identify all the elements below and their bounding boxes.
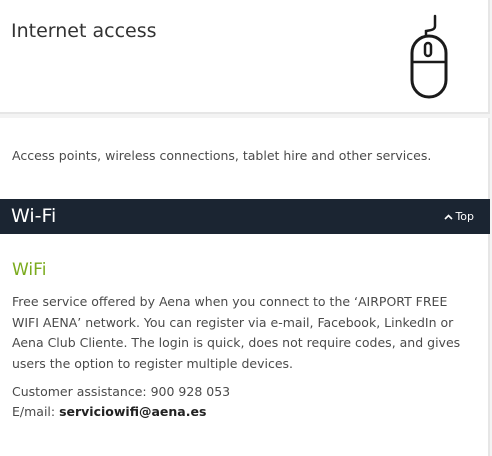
wifi-description: Free service offered by Aena when you co… xyxy=(12,294,461,371)
email-line: E/mail: serviciowifi@aena.es xyxy=(12,404,206,419)
caret-up-icon xyxy=(444,213,454,220)
email-label: E/mail: xyxy=(12,404,60,419)
section-header-wifi: Wi-Fi Top xyxy=(0,199,490,234)
header-card: Internet access xyxy=(0,0,490,114)
content-card: Access points, wireless connections, tab… xyxy=(0,118,490,456)
email-link[interactable]: serviciowifi@aena.es xyxy=(59,404,206,419)
top-link-label: Top xyxy=(455,210,474,223)
mouse-icon xyxy=(410,14,448,99)
page: Internet access Access points, wireless … xyxy=(0,0,492,456)
back-to-top-link[interactable]: Top xyxy=(444,210,474,223)
intro-text: Access points, wireless connections, tab… xyxy=(12,148,432,163)
page-title: Internet access xyxy=(11,20,157,42)
section-title: Wi-Fi xyxy=(11,205,57,227)
wifi-heading: WiFi xyxy=(12,260,47,280)
customer-assistance: Customer assistance: 900 928 053 xyxy=(12,384,231,399)
